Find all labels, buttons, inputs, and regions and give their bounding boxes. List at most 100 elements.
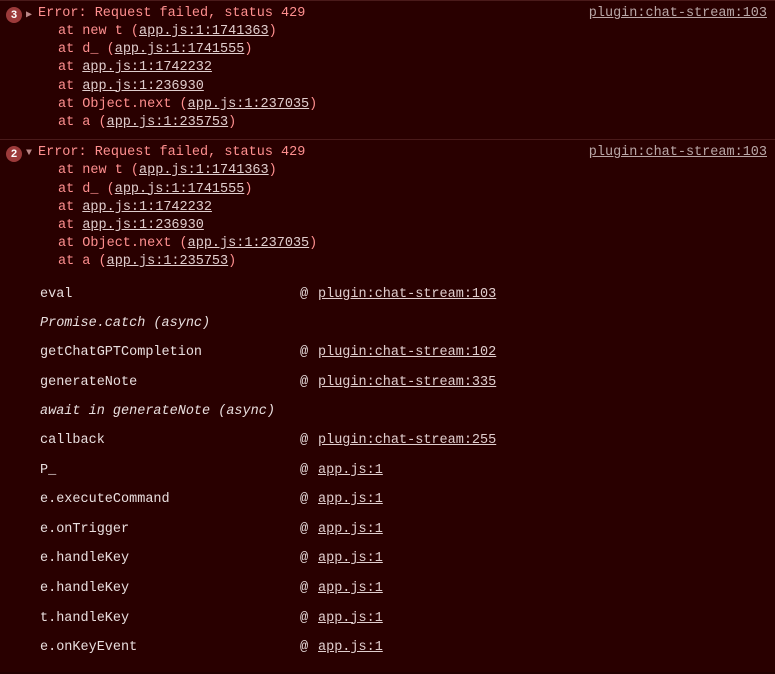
stack-frame-prefix: at Object.next ( [58, 97, 188, 112]
repeat-count-badge: 3 [6, 7, 22, 23]
source-link[interactable]: plugin:chat-stream:103 [318, 286, 496, 304]
repeat-count-badge: 2 [6, 146, 22, 162]
source-link[interactable]: app.js:1:236930 [82, 218, 204, 233]
source-link[interactable]: app.js:1 [318, 610, 383, 628]
at-glyph: @ [300, 580, 318, 598]
trace-function: P_ [40, 462, 300, 480]
trace-row: e.executeCommand @ app.js:1 [40, 485, 775, 515]
source-link[interactable]: app.js:1:1742232 [82, 60, 212, 75]
stack-frame: at Object.next (app.js:1:237035) [58, 96, 775, 114]
source-link[interactable]: app.js:1:1741363 [139, 24, 269, 39]
at-glyph: @ [300, 462, 318, 480]
at-glyph: @ [300, 491, 318, 509]
trace-row: e.onTrigger @ app.js:1 [40, 515, 775, 545]
trace-function: e.handleKey [40, 550, 300, 568]
stack-trace: at new t (app.js:1:1741363) at d_ (app.j… [0, 162, 775, 275]
stack-frame: at d_ (app.js:1:1741555) [58, 181, 775, 199]
error-message: Error: Request failed, status 429 [38, 145, 577, 160]
at-glyph: @ [300, 432, 318, 450]
stack-trace: at new t (app.js:1:1741363) at d_ (app.j… [0, 23, 775, 136]
stack-frame-suffix: ) [228, 254, 236, 269]
stack-frame-suffix: ) [244, 42, 252, 57]
stack-frame: at new t (app.js:1:1741363) [58, 23, 775, 41]
stack-frame-prefix: at d_ ( [58, 42, 115, 57]
error-group: 3 ▶ Error: Request failed, status 429 pl… [0, 0, 775, 139]
source-link[interactable]: app.js:1:1741555 [115, 42, 245, 57]
trace-row: e.onKeyEvent @ app.js:1 [40, 633, 775, 663]
at-glyph: @ [300, 639, 318, 657]
source-link[interactable]: app.js:1:237035 [188, 97, 310, 112]
at-glyph: @ [300, 550, 318, 568]
source-link[interactable]: app.js:1:1741363 [139, 163, 269, 178]
source-link[interactable]: plugin:chat-stream:255 [318, 432, 496, 450]
source-link[interactable]: app.js:1 [318, 639, 383, 657]
source-link[interactable]: app.js:1 [318, 580, 383, 598]
at-glyph: @ [300, 521, 318, 539]
source-link[interactable]: app.js:1:235753 [107, 115, 229, 130]
disclosure-triangle-icon[interactable]: ▼ [26, 148, 36, 159]
trace-function: e.onTrigger [40, 521, 300, 539]
async-stack-trace: eval @ plugin:chat-stream:103 Promise.ca… [0, 276, 775, 669]
stack-frame-suffix: ) [309, 236, 317, 251]
trace-function: e.onKeyEvent [40, 639, 300, 657]
source-link[interactable]: app.js:1:1742232 [82, 200, 212, 215]
source-link[interactable]: app.js:1 [318, 521, 383, 539]
stack-frame-prefix: at Object.next ( [58, 236, 188, 251]
stack-frame-prefix: at [58, 60, 82, 75]
stack-frame: at a (app.js:1:235753) [58, 253, 775, 271]
stack-frame-prefix: at new t ( [58, 163, 139, 178]
at-glyph: @ [300, 286, 318, 304]
stack-frame-prefix: at new t ( [58, 24, 139, 39]
source-link[interactable]: plugin:chat-stream:335 [318, 374, 496, 392]
trace-row: eval @ plugin:chat-stream:103 [40, 280, 775, 310]
console-output: 3 ▶ Error: Request failed, status 429 pl… [0, 0, 775, 672]
error-message: Error: Request failed, status 429 [38, 6, 577, 21]
trace-row: P_ @ app.js:1 [40, 456, 775, 486]
trace-row: t.handleKey @ app.js:1 [40, 604, 775, 634]
trace-function: callback [40, 432, 300, 450]
disclosure-triangle-icon[interactable]: ▶ [26, 9, 36, 21]
source-link[interactable]: app.js:1:1741555 [115, 182, 245, 197]
source-link[interactable]: app.js:1 [318, 491, 383, 509]
stack-frame-suffix: ) [309, 97, 317, 112]
stack-frame-prefix: at [58, 79, 82, 94]
stack-frame-prefix: at a ( [58, 254, 107, 269]
stack-frame-prefix: at d_ ( [58, 182, 115, 197]
stack-frame: at Object.next (app.js:1:237035) [58, 235, 775, 253]
source-link[interactable]: app.js:1:235753 [107, 254, 229, 269]
at-glyph: @ [300, 374, 318, 392]
stack-frame: at app.js:1:1742232 [58, 59, 775, 77]
stack-frame: at app.js:1:236930 [58, 217, 775, 235]
trace-function: generateNote [40, 374, 300, 392]
trace-row: e.handleKey @ app.js:1 [40, 574, 775, 604]
async-boundary: await in generateNote (async) [40, 397, 775, 426]
source-link[interactable]: app.js:1 [318, 462, 383, 480]
source-link[interactable]: app.js:1 [318, 550, 383, 568]
stack-frame-suffix: ) [228, 115, 236, 130]
stack-frame-prefix: at [58, 218, 82, 233]
stack-frame-suffix: ) [269, 24, 277, 39]
stack-frame: at d_ (app.js:1:1741555) [58, 41, 775, 59]
trace-function: eval [40, 286, 300, 304]
trace-row: e.handleKey @ app.js:1 [40, 544, 775, 574]
stack-frame-prefix: at a ( [58, 115, 107, 130]
trace-row: generateNote @ plugin:chat-stream:335 [40, 368, 775, 398]
stack-frame: at new t (app.js:1:1741363) [58, 162, 775, 180]
trace-row: getChatGPTCompletion @ plugin:chat-strea… [40, 338, 775, 368]
trace-row: callback @ plugin:chat-stream:255 [40, 426, 775, 456]
error-header: 2 ▼ Error: Request failed, status 429 pl… [0, 143, 775, 162]
trace-function: t.handleKey [40, 610, 300, 628]
stack-frame: at app.js:1:236930 [58, 78, 775, 96]
at-glyph: @ [300, 344, 318, 362]
source-link[interactable]: plugin:chat-stream:102 [318, 344, 496, 362]
source-link[interactable]: plugin:chat-stream:103 [589, 145, 767, 160]
source-link[interactable]: plugin:chat-stream:103 [589, 6, 767, 21]
stack-frame-prefix: at [58, 200, 82, 215]
stack-frame-suffix: ) [244, 182, 252, 197]
stack-frame: at a (app.js:1:235753) [58, 114, 775, 132]
trace-function: getChatGPTCompletion [40, 344, 300, 362]
error-group: 2 ▼ Error: Request failed, status 429 pl… [0, 139, 775, 671]
source-link[interactable]: app.js:1:236930 [82, 79, 204, 94]
source-link[interactable]: app.js:1:237035 [188, 236, 310, 251]
trace-function: e.executeCommand [40, 491, 300, 509]
